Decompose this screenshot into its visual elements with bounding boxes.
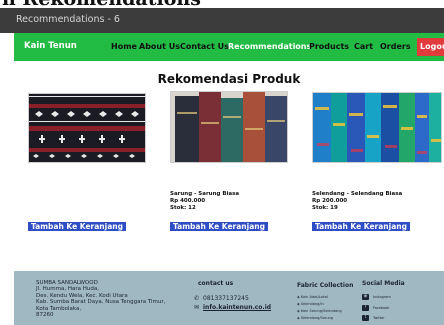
address-line: 87260	[36, 312, 54, 319]
fabric-collection-title: Fabric Collection	[297, 282, 354, 289]
nav-about-us[interactable]: About Us	[139, 42, 180, 51]
product-image-2[interactable]	[170, 91, 288, 163]
brand-logo[interactable]: Kain Tenun	[24, 41, 77, 51]
navbar: Kain Tenun Home About Us Contact Us Reco…	[14, 33, 444, 61]
add-to-cart-button-3[interactable]: Tambah Ke Keranjang	[312, 222, 410, 231]
product-price-2: Rp 400.000	[170, 198, 206, 204]
fabric-link[interactable]: ◈ Selendang/Sarung	[297, 316, 333, 320]
product-name-2: Sarung - Sarung Biasa	[170, 191, 240, 197]
fabric-link[interactable]: ◈ Kain Sarung/Selendang	[297, 309, 342, 313]
footer-address: SUMBA SANDALWOOD Jl. Humma, Hara Huda, D…	[36, 280, 165, 318]
email-link[interactable]: info.kaintenun.co.id	[203, 304, 271, 311]
add-to-cart-button-1[interactable]: Tambah Ke Keranjang	[28, 222, 126, 231]
fabric-link[interactable]: ◈ Selendang/ln	[297, 302, 324, 306]
twitter-icon: t	[362, 315, 369, 321]
add-to-cart-button-2[interactable]: Tambah Ke Keranjang	[170, 222, 268, 231]
contact-email[interactable]: ✉ info.kaintenun.co.id	[194, 304, 271, 311]
window-title: Recommendations - 6	[16, 14, 120, 25]
logout-button[interactable]: Logou	[417, 38, 444, 56]
nav-recommendations[interactable]: Recommendations	[228, 42, 311, 51]
address-line: Kab. Sumba Barat Daya, Nusa Tenggara Tim…	[36, 299, 166, 306]
phone-number: 081337137245	[203, 295, 249, 302]
nav-products[interactable]: Products	[309, 42, 349, 51]
contact-title: contact us	[198, 280, 234, 287]
contact-phone: ✆ 081337137245	[194, 295, 249, 302]
footer: SUMBA SANDALWOOD Jl. Humma, Hara Huda, D…	[14, 271, 444, 325]
product-image-1[interactable]	[28, 93, 146, 163]
nav-home[interactable]: Home	[111, 42, 137, 51]
social-instagram[interactable]: ◉ Instagram	[362, 294, 391, 300]
social-media-title: Social Media	[362, 280, 405, 287]
mail-icon: ✉	[194, 304, 200, 311]
product-stock-2: Stok: 12	[170, 205, 196, 211]
product-name-3: Selendang - Selendang Biasa	[312, 191, 403, 197]
nav-orders[interactable]: Orders	[380, 42, 411, 51]
fabric-link[interactable]: ◈ Kain Adat/Lokal	[297, 295, 328, 299]
social-twitter[interactable]: t Twitter	[362, 315, 385, 321]
facebook-icon: f	[362, 305, 369, 311]
nav-cart[interactable]: Cart	[354, 42, 373, 51]
nav-contact-us[interactable]: Contact Us	[180, 42, 229, 51]
product-price-3: Rp 200.000	[312, 198, 348, 204]
instagram-icon: ◉	[362, 294, 369, 300]
product-image-3[interactable]	[312, 92, 442, 163]
social-facebook[interactable]: f Facebook	[362, 305, 389, 311]
page-heading: n Rekomendations	[0, 0, 444, 8]
window-titlebar: Recommendations - 6	[0, 8, 444, 33]
product-stock-3: Stok: 19	[312, 205, 338, 211]
recommendations-section: Rekomendasi Produk Tambah Ke Keranjang S…	[14, 61, 444, 271]
phone-icon: ✆	[194, 295, 200, 302]
section-title: Rekomendasi Produk	[157, 72, 301, 86]
